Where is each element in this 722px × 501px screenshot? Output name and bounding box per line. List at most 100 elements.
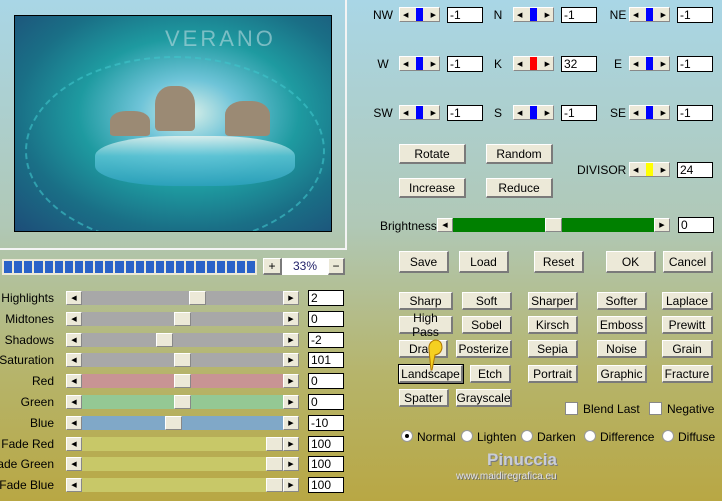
right-arrow-icon[interactable]: ▶ (283, 395, 299, 409)
slider-value-input[interactable]: -10 (308, 414, 344, 431)
slider-thumb[interactable] (266, 436, 283, 451)
right-arrow-icon[interactable]: ▶ (545, 109, 550, 117)
slider-highlights[interactable]: ◀ ▶ (66, 291, 299, 305)
left-arrow-icon[interactable]: ◀ (66, 395, 82, 409)
right-arrow-icon[interactable]: ▶ (431, 60, 436, 68)
preset-laplace-button[interactable]: Laplace (662, 292, 713, 310)
spinner-knob[interactable] (530, 106, 537, 119)
left-arrow-icon[interactable]: ◀ (633, 11, 638, 19)
left-arrow-icon[interactable]: ◀ (517, 60, 522, 68)
preset-grayscale-button[interactable]: Grayscale (456, 389, 512, 407)
spinner-knob[interactable] (646, 8, 653, 21)
right-arrow-icon[interactable]: ▶ (661, 109, 666, 117)
cell-input-sw[interactable]: -1 (447, 105, 483, 121)
mode-darken-radio[interactable] (521, 430, 533, 442)
cell-input-nw[interactable]: -1 (447, 7, 483, 23)
slider-shadows[interactable]: ◀ ▶ (66, 332, 299, 347)
left-arrow-icon[interactable]: ◀ (633, 109, 638, 117)
slider-value-input[interactable]: 101 (308, 352, 344, 369)
cell-input-s[interactable]: -1 (561, 105, 597, 121)
spinner-knob[interactable] (416, 106, 423, 119)
slider-thumb[interactable] (174, 353, 191, 368)
preset-high-pass-button[interactable]: High Pass (399, 311, 453, 339)
left-arrow-icon[interactable]: ◀ (66, 478, 82, 493)
cell-input-se[interactable]: -1 (677, 105, 713, 121)
negative-checkbox[interactable] (649, 402, 662, 415)
blend-last-checkbox[interactable] (565, 402, 578, 415)
left-arrow-icon[interactable]: ◀ (66, 353, 82, 368)
left-arrow-icon[interactable]: ◀ (517, 11, 522, 19)
preset-noise-button[interactable]: Noise (597, 340, 647, 358)
cell-spinner-e[interactable]: ◀ ▶ (629, 56, 670, 71)
left-arrow-icon[interactable]: ◀ (66, 332, 82, 347)
spinner-knob[interactable] (530, 8, 537, 21)
divisor-knob[interactable] (646, 163, 653, 176)
slider-green[interactable]: ◀ ▶ (66, 395, 299, 409)
right-arrow-icon[interactable]: ▶ (283, 291, 299, 305)
preset-softer-button[interactable]: Softer (597, 292, 647, 310)
preset-sobel-button[interactable]: Sobel (462, 316, 512, 334)
left-arrow-icon[interactable]: ◀ (403, 11, 408, 19)
right-arrow-icon[interactable]: ▶ (283, 457, 299, 472)
preset-portrait-button[interactable]: Portrait (528, 365, 578, 383)
slider-value-input[interactable]: 100 (308, 456, 344, 473)
brightness-slider[interactable]: ◀ ▶ (437, 218, 670, 232)
slider-fade-red[interactable]: ◀ ▶ (66, 436, 299, 451)
right-arrow-icon[interactable]: ▶ (283, 436, 299, 451)
slider-thumb[interactable] (174, 395, 191, 409)
slider-thumb[interactable] (174, 374, 191, 389)
spinner-knob[interactable] (646, 57, 653, 70)
save-button[interactable]: Save (399, 251, 449, 273)
preset-soft-button[interactable]: Soft (462, 292, 512, 310)
left-arrow-icon[interactable]: ◀ (66, 436, 82, 451)
slider-blue[interactable]: ◀ ▶ (66, 415, 299, 430)
zoom-in-button[interactable]: + (263, 258, 282, 275)
random-button[interactable]: Random (486, 144, 553, 164)
increase-button[interactable]: Increase (399, 178, 466, 198)
right-arrow-icon[interactable]: ▶ (654, 218, 670, 232)
right-arrow-icon[interactable]: ▶ (283, 311, 299, 326)
cell-spinner-k[interactable]: ◀ ▶ (513, 56, 554, 71)
slider-midtones[interactable]: ◀ ▶ (66, 311, 299, 326)
brightness-input[interactable]: 0 (678, 217, 714, 233)
mode-normal-radio[interactable] (401, 430, 413, 442)
cell-input-e[interactable]: -1 (677, 56, 713, 72)
right-arrow-icon[interactable]: ▶ (283, 353, 299, 368)
load-button[interactable]: Load (459, 251, 509, 273)
preset-sharper-button[interactable]: Sharper (528, 292, 578, 310)
cell-input-w[interactable]: -1 (447, 56, 483, 72)
preset-etch-button[interactable]: Etch (470, 365, 511, 383)
mode-lighten-radio[interactable] (461, 430, 473, 442)
slider-value-input[interactable]: -2 (308, 331, 344, 348)
preset-emboss-button[interactable]: Emboss (597, 316, 647, 334)
cell-input-n[interactable]: -1 (561, 7, 597, 23)
right-arrow-icon[interactable]: ▶ (661, 11, 666, 19)
slider-value-input[interactable]: 100 (308, 477, 344, 494)
ok-button[interactable]: OK (606, 251, 656, 273)
preset-spatter-button[interactable]: Spatter (399, 389, 449, 407)
slider-value-input[interactable]: 100 (308, 435, 344, 452)
cell-input-ne[interactable]: -1 (677, 7, 713, 23)
preset-prewitt-button[interactable]: Prewitt (662, 316, 713, 334)
spinner-knob[interactable] (416, 57, 423, 70)
left-arrow-icon[interactable]: ◀ (633, 166, 638, 174)
slider-saturation[interactable]: ◀ ▶ (66, 353, 299, 368)
preset-sepia-button[interactable]: Sepia (528, 340, 578, 358)
slider-thumb[interactable] (266, 478, 283, 493)
right-arrow-icon[interactable]: ▶ (661, 60, 666, 68)
right-arrow-icon[interactable]: ▶ (283, 374, 299, 389)
left-arrow-icon[interactable]: ◀ (66, 457, 82, 472)
right-arrow-icon[interactable]: ▶ (283, 478, 299, 493)
left-arrow-icon[interactable]: ◀ (66, 415, 82, 430)
cell-spinner-ne[interactable]: ◀ ▶ (629, 7, 670, 22)
preset-sharp-button[interactable]: Sharp (399, 292, 453, 310)
slider-thumb[interactable] (164, 415, 182, 430)
right-arrow-icon[interactable]: ▶ (283, 415, 299, 430)
slider-value-input[interactable]: 2 (308, 290, 344, 306)
zoom-out-button[interactable]: − (328, 258, 345, 275)
left-arrow-icon[interactable]: ◀ (66, 311, 82, 326)
slider-fade-green[interactable]: ◀ ▶ (66, 457, 299, 472)
preset-kirsch-button[interactable]: Kirsch (528, 316, 578, 334)
mode-diffuse-radio[interactable] (662, 430, 674, 442)
rotate-button[interactable]: Rotate (399, 144, 466, 164)
